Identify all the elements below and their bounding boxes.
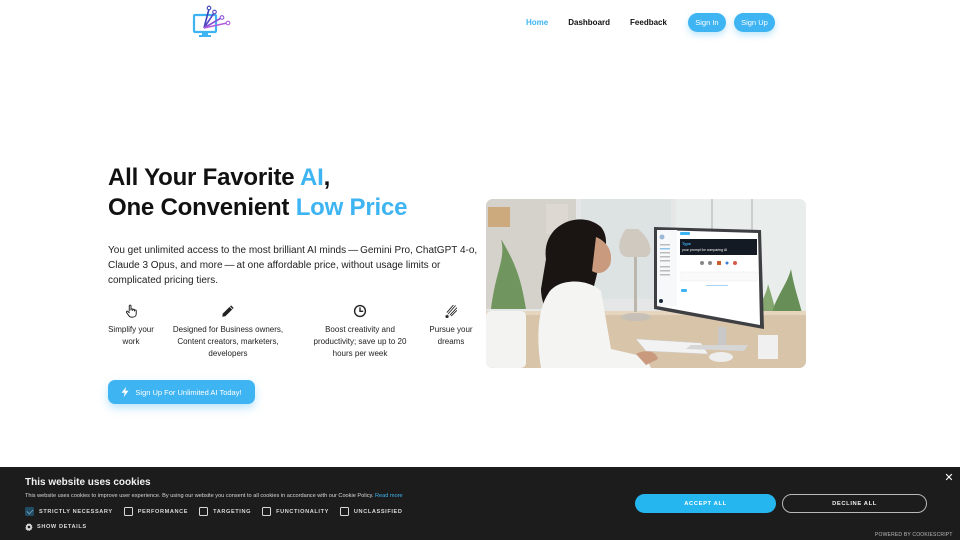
feature-text: Simplify your work — [108, 325, 154, 346]
category-strictly-necessary[interactable]: STRICTLY NECESSARY — [25, 507, 113, 516]
cookie-text: This website uses cookies to improve use… — [25, 493, 403, 499]
checkbox-functionality[interactable] — [262, 507, 272, 516]
category-label: TARGETING — [213, 508, 252, 515]
title-accent-low-price: Low Price — [295, 194, 408, 221]
main-nav: Home Dashboard Feedback Sign In Sign Up — [526, 12, 775, 32]
checkbox-performance[interactable] — [123, 507, 133, 516]
feature-item: Designed for Business owners, Content cr… — [168, 304, 288, 360]
sign-in-button[interactable]: Sign In — [687, 12, 726, 32]
hero-image: Type your prompt for comparing AI — [486, 199, 806, 368]
nav-feedback[interactable]: Feedback — [630, 18, 667, 27]
title-line2-prefix: One Convenient — [108, 194, 296, 221]
pointer-hand-icon — [125, 304, 137, 318]
feature-text: Pursue your dreams — [429, 325, 473, 346]
hero-description: You get unlimited access to the most bri… — [108, 245, 478, 286]
nav-home[interactable]: Home — [526, 18, 548, 27]
read-more-link[interactable]: Read more — [375, 493, 403, 499]
show-details-label: SHOW DETAILS — [37, 524, 87, 530]
cookie-banner: This website uses cookies This website u… — [0, 467, 960, 540]
nav-dashboard[interactable]: Dashboard — [568, 18, 610, 27]
sign-up-button[interactable]: Sign Up — [733, 12, 775, 32]
accept-all-button[interactable]: ACCEPT ALL — [635, 494, 776, 513]
checkbox-strictly-necessary[interactable] — [25, 507, 34, 516]
screen-heading-1: Type — [682, 241, 692, 246]
category-unclassified[interactable]: UNCLASSIFIED — [339, 507, 403, 516]
feature-text: Boost creativity and productivity; save … — [313, 325, 407, 358]
cookie-categories: STRICTLY NECESSARY PERFORMANCE TARGETING… — [25, 507, 413, 516]
close-icon[interactable]: ✕ — [943, 472, 955, 484]
category-targeting[interactable]: TARGETING — [199, 507, 251, 516]
signup-cta-button[interactable]: Sign Up For Unlimited AI Today! — [108, 380, 255, 404]
title-line1-prefix: All Your Favorite — [108, 164, 300, 191]
show-details-toggle[interactable]: SHOW DETAILS — [25, 523, 87, 531]
category-label: FUNCTIONALITY — [276, 508, 329, 515]
category-functionality[interactable]: FUNCTIONALITY — [262, 507, 329, 516]
bolt-icon — [121, 387, 129, 397]
checkbox-unclassified[interactable] — [339, 507, 349, 516]
category-label: STRICTLY NECESSARY — [39, 508, 113, 515]
cookie-title: This website uses cookies — [25, 477, 151, 488]
category-performance[interactable]: PERFORMANCE — [123, 507, 189, 516]
category-label: UNCLASSIFIED — [353, 508, 403, 515]
powered-by-label: POWERED BY COOKIESCRIPT — [875, 532, 953, 538]
checkbox-targeting[interactable] — [199, 507, 209, 516]
feature-item: Pursue your dreams — [424, 304, 478, 348]
gear-icon — [25, 523, 33, 531]
page: Home Dashboard Feedback Sign In Sign Up … — [0, 0, 960, 540]
clock-icon — [353, 304, 367, 318]
hero-title: All Your Favorite AI, One Convenient Low… — [108, 163, 407, 223]
site-header: Home Dashboard Feedback Sign In Sign Up — [0, 0, 960, 44]
feature-item: Boost creativity and productivity; save … — [312, 304, 408, 360]
title-line1-suffix: , — [323, 164, 331, 191]
monitor-network-icon — [192, 5, 231, 37]
cta-label: Sign Up For Unlimited AI Today! — [135, 387, 242, 397]
feature-list: Simplify your work Designed for Business… — [106, 304, 486, 364]
pencil-icon — [222, 305, 234, 317]
decline-all-button[interactable]: DECLINE ALL — [782, 494, 927, 513]
title-accent-ai: AI — [300, 164, 324, 191]
feature-item: Simplify your work — [106, 304, 156, 348]
office-scene-illustration: Type your prompt for comparing AI — [486, 199, 806, 368]
category-label: PERFORMANCE — [137, 508, 189, 515]
cookie-description: This website uses cookies to improve use… — [25, 493, 374, 499]
shooting-star-icon — [444, 304, 458, 318]
screen-heading-2: your prompt for comparing AI — [682, 248, 727, 252]
feature-text: Designed for Business owners, Content cr… — [172, 325, 284, 358]
logo[interactable] — [192, 4, 232, 40]
